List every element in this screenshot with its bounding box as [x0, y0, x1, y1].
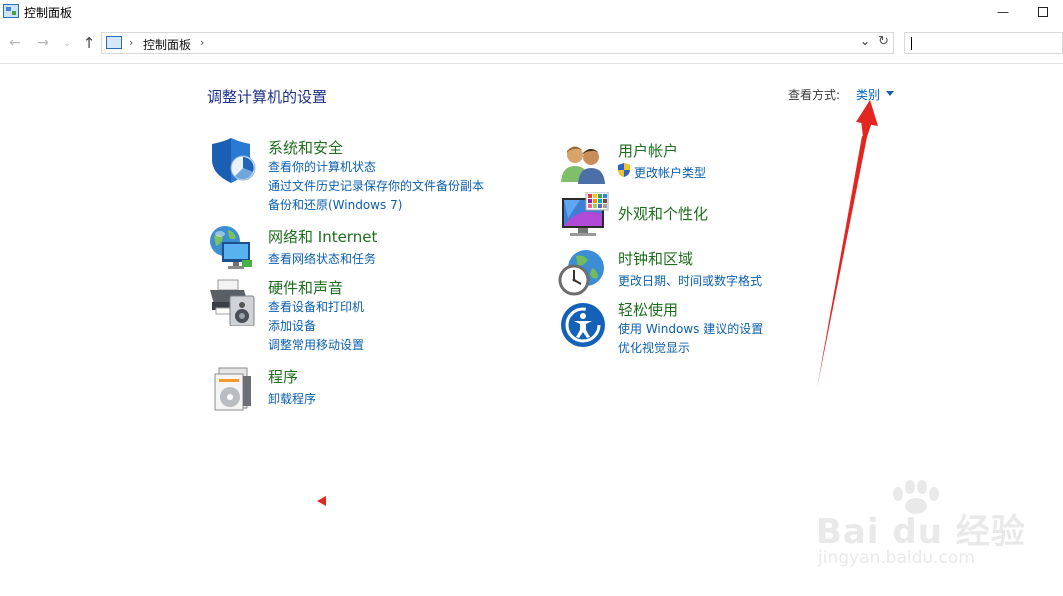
- caret-down-icon[interactable]: [886, 91, 894, 96]
- annotation-pointer-icon: [317, 496, 326, 506]
- refresh-button[interactable]: ↻: [878, 34, 889, 49]
- page-title: 调整计算机的设置: [207, 88, 328, 106]
- network-globe-icon[interactable]: [208, 224, 256, 272]
- recent-locations-button[interactable]: ⌄: [58, 39, 76, 49]
- category-hardware-sound[interactable]: 硬件和声音: [268, 277, 343, 298]
- minimize-button[interactable]: —: [989, 2, 1017, 22]
- maximize-icon: [1038, 7, 1048, 17]
- breadcrumb-control-panel[interactable]: 控制面板: [143, 36, 191, 53]
- control-panel-icon: [106, 36, 122, 49]
- link-change-account-type[interactable]: 更改帐户类型: [634, 164, 706, 181]
- text-caret: [911, 37, 912, 50]
- address-bar[interactable]: › 控制面板 › ⌄ ↻: [101, 32, 894, 54]
- monitor-palette-icon[interactable]: [560, 192, 610, 240]
- link-add-device[interactable]: 添加设备: [268, 317, 316, 334]
- link-view-computer-status[interactable]: 查看你的计算机状态: [268, 158, 376, 175]
- watermark-url: jingyan.baidu.com: [818, 548, 975, 568]
- forward-button[interactable]: →: [34, 35, 52, 51]
- link-backup-restore[interactable]: 备份和还原(Windows 7): [268, 196, 402, 213]
- category-network-internet[interactable]: 网络和 Internet: [268, 226, 377, 247]
- uac-shield-icon: [618, 163, 630, 177]
- breadcrumb-separator[interactable]: ›: [129, 36, 133, 49]
- category-clock-region[interactable]: 时钟和区域: [618, 248, 693, 269]
- address-dropdown-button[interactable]: ⌄: [860, 34, 870, 48]
- link-view-devices-printers[interactable]: 查看设备和打印机: [268, 298, 364, 315]
- programs-disc-icon[interactable]: [213, 366, 255, 412]
- control-panel-icon: [3, 4, 19, 18]
- ease-of-access-icon[interactable]: [560, 302, 606, 348]
- link-file-history-backup[interactable]: 通过文件历史记录保存你的文件备份副本: [268, 177, 484, 194]
- maximize-button[interactable]: [1029, 2, 1057, 22]
- title-bar: 控制面板 —: [0, 0, 1063, 26]
- window-title: 控制面板: [24, 6, 73, 20]
- category-system-security[interactable]: 系统和安全: [268, 137, 343, 158]
- shield-icon[interactable]: [209, 138, 257, 184]
- link-windows-recommended-settings[interactable]: 使用 Windows 建议的设置: [618, 320, 763, 337]
- category-user-accounts[interactable]: 用户帐户: [618, 140, 678, 161]
- watermark: Bai du 经验 jingyan.baidu.com: [816, 480, 1056, 580]
- users-icon[interactable]: [560, 142, 606, 184]
- watermark-brand: Bai du 经验: [816, 512, 1026, 552]
- category-appearance-personalization[interactable]: 外观和个性化: [618, 203, 708, 224]
- breadcrumb-separator[interactable]: ›: [200, 36, 204, 49]
- link-view-network-status[interactable]: 查看网络状态和任务: [268, 250, 376, 267]
- link-mobility-settings[interactable]: 调整常用移动设置: [268, 336, 364, 353]
- category-ease-of-access[interactable]: 轻松使用: [618, 299, 678, 320]
- link-uninstall-program[interactable]: 卸载程序: [268, 390, 316, 407]
- category-programs[interactable]: 程序: [268, 366, 298, 387]
- link-change-date-time-format[interactable]: 更改日期、时间或数字格式: [618, 272, 762, 289]
- navigation-bar: ← → ⌄ ↑ › 控制面板 › ⌄ ↻: [0, 30, 1063, 58]
- annotation-arrow-icon: [817, 100, 878, 388]
- up-button[interactable]: ↑: [80, 34, 98, 52]
- search-input[interactable]: [904, 32, 1063, 54]
- link-optimize-visual-display[interactable]: 优化视觉显示: [618, 339, 690, 356]
- back-button[interactable]: ←: [6, 35, 24, 51]
- clock-globe-icon[interactable]: [558, 248, 606, 296]
- divider: [0, 63, 1063, 64]
- printer-speaker-icon[interactable]: [208, 278, 258, 326]
